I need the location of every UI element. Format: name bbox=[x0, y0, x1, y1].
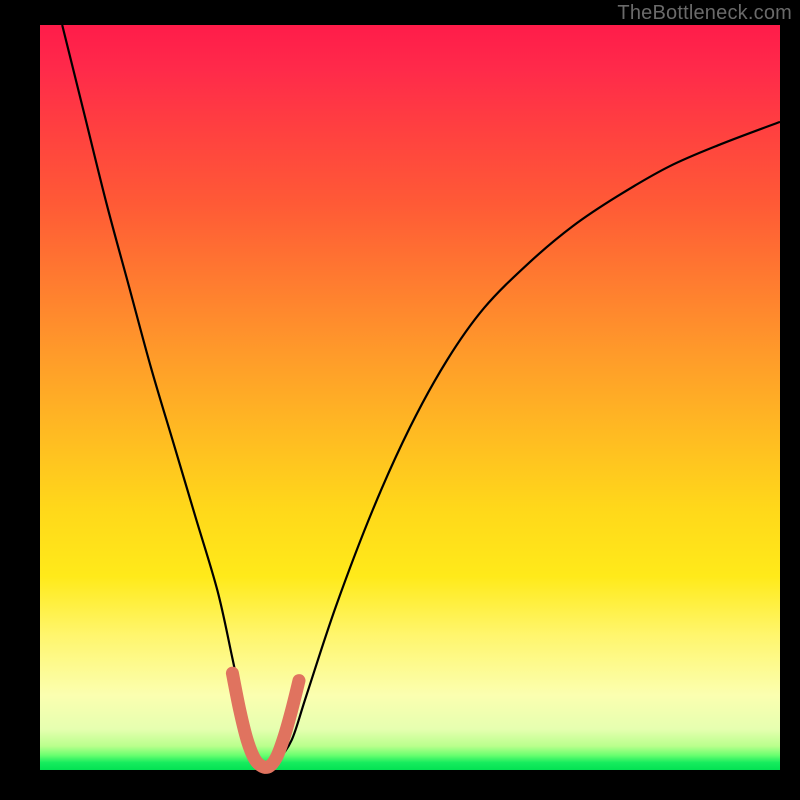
optimal-zone-marker-path bbox=[232, 673, 299, 767]
bottleneck-curve-svg bbox=[40, 25, 780, 770]
plot-area bbox=[40, 25, 780, 770]
chart-frame: TheBottleneck.com bbox=[0, 0, 800, 800]
bottleneck-curve-path bbox=[62, 25, 780, 767]
watermark-text: TheBottleneck.com bbox=[617, 2, 792, 25]
